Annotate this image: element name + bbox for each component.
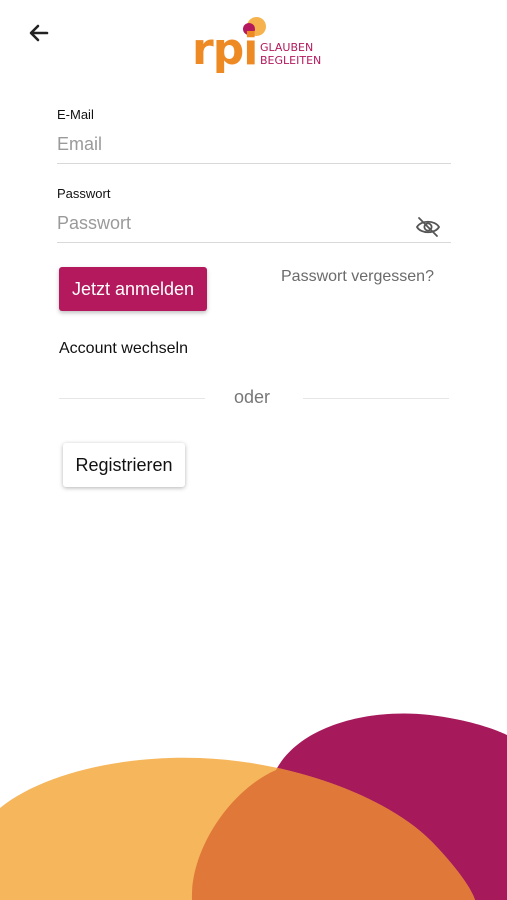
password-label: Passwort [57,186,111,201]
login-button[interactable]: Jetzt anmelden [59,267,207,311]
logo-tagline: GLAUBEN BEGLEITEN [260,41,321,67]
arrow-left-icon [29,24,49,42]
email-field-group: E-Mail [57,107,451,164]
register-button[interactable]: Registrieren [63,443,185,487]
back-button[interactable] [24,18,54,48]
divider-text: oder [234,387,271,407]
eye-off-icon[interactable] [415,216,441,238]
divider-line-right [303,398,449,399]
logo-brand-text: rpi [192,24,258,75]
decorative-blobs [0,713,507,900]
logo-tagline-line2: BEGLEITEN [260,54,322,67]
divider-line-left [59,398,205,399]
switch-account-link[interactable]: Account wechseln [59,340,188,358]
logo-tagline-line1: GLAUBEN [260,41,314,54]
password-field-group: Passwort [57,186,451,243]
forgot-password-link[interactable]: Passwort vergessen? [281,268,434,286]
email-label: E-Mail [57,107,94,122]
password-input[interactable] [57,211,451,243]
email-input[interactable] [57,132,451,164]
rpi-logo: rpi GLAUBEN BEGLEITEN [192,14,322,80]
